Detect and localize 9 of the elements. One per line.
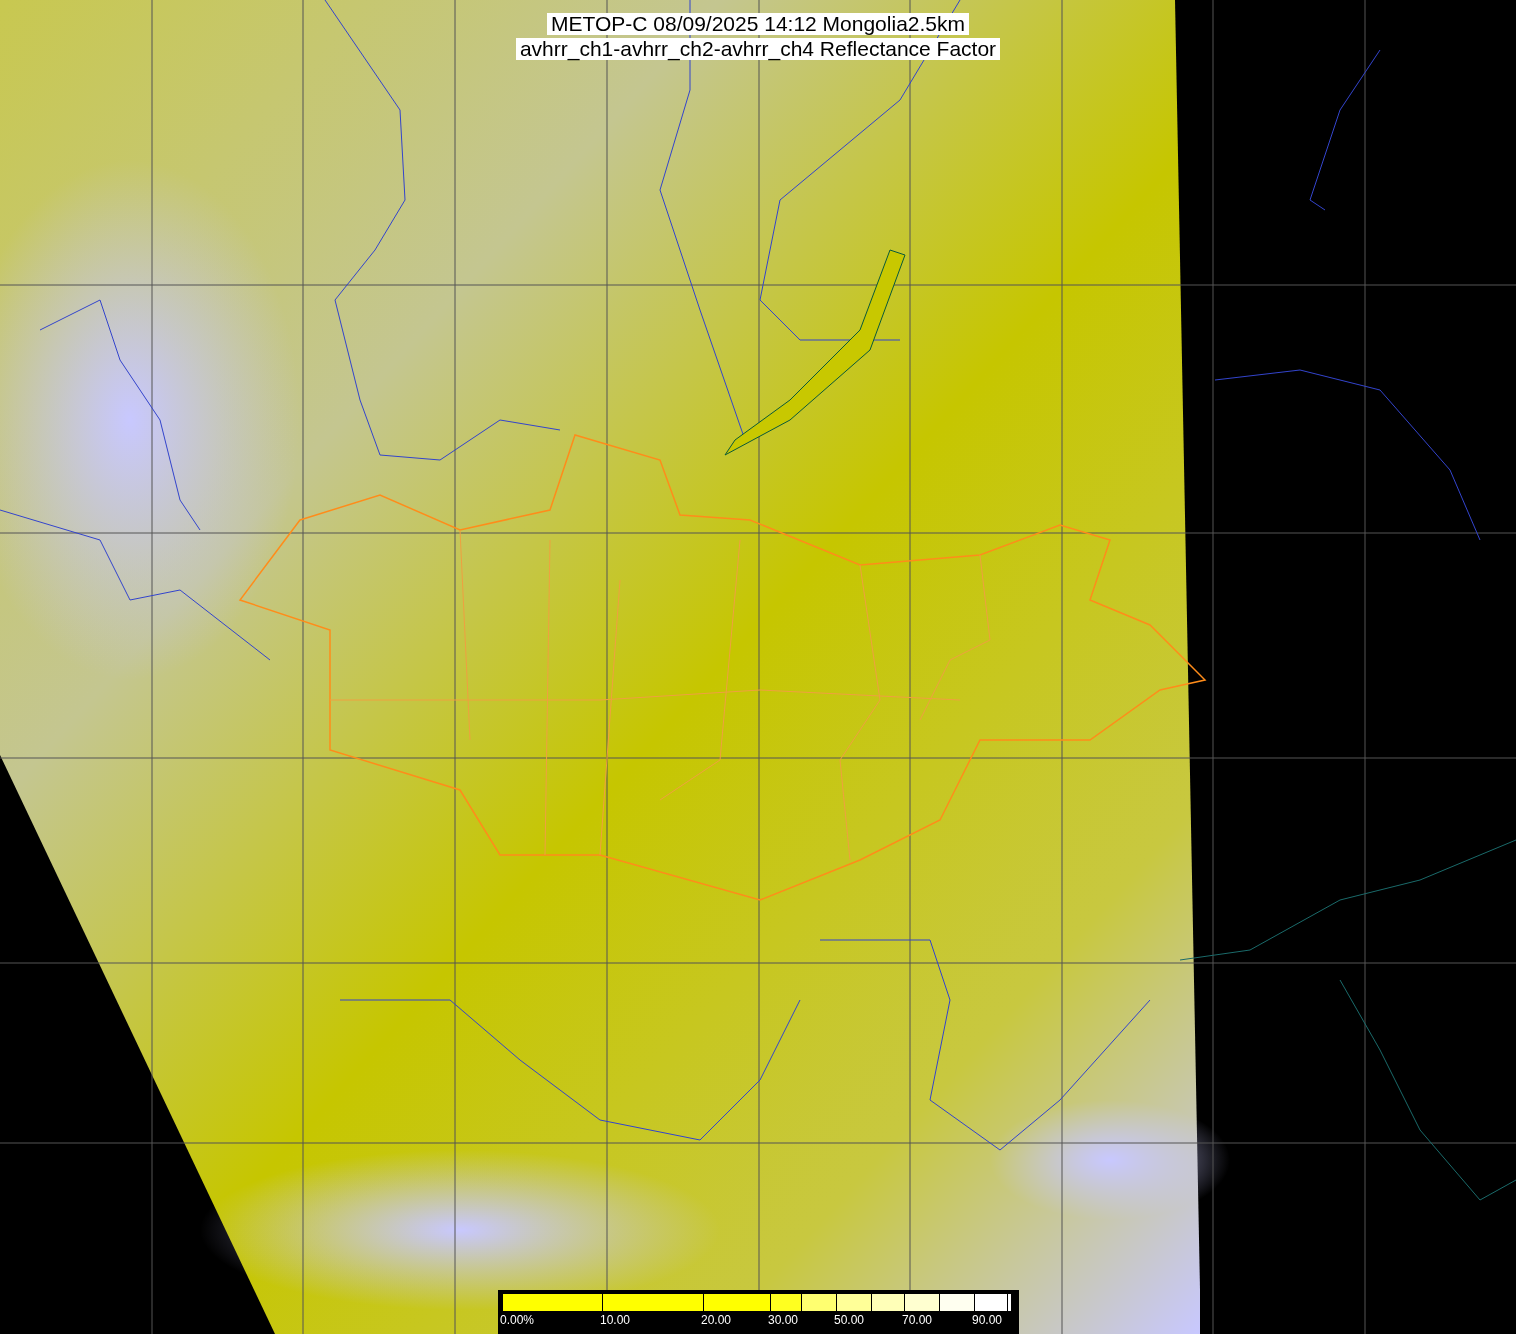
scale-tick-label: 90.00 <box>972 1313 1003 1327</box>
scale-tick-label: 70.00 <box>902 1313 933 1327</box>
scale-tick-label: 50.00 <box>834 1313 865 1327</box>
map-title: avhrr_ch1-avhrr_ch2-avhrr_ch4 Reflectance Factor <box>515 38 1001 60</box>
map-title: METOP-C 08/09/2025 14:12 Mongolia2.5km <box>547 13 969 35</box>
scale-tick-label: 30.00 <box>768 1313 799 1327</box>
scale-tick-label: 0.00% <box>500 1313 535 1327</box>
scale-tick-label: 20.00 <box>701 1313 732 1327</box>
scale-tick-label: 10.00 <box>600 1313 631 1327</box>
